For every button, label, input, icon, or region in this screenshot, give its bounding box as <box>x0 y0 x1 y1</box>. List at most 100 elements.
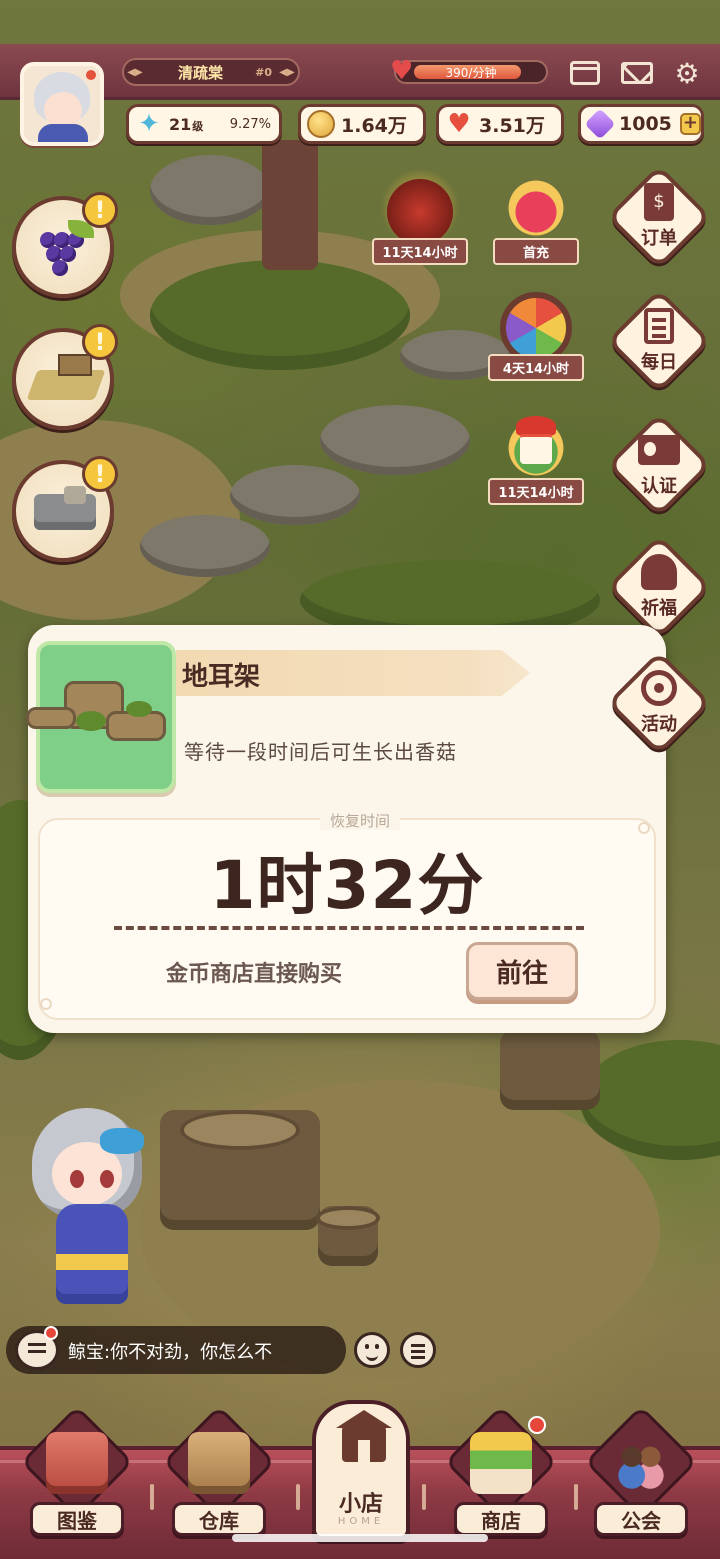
daily-icon <box>644 308 674 344</box>
stump-top <box>316 1206 380 1230</box>
alert-icon: ! <box>82 324 118 360</box>
player-character[interactable] <box>30 1108 150 1318</box>
go-button[interactable]: 前往 <box>466 942 578 1000</box>
nav-item-store[interactable]: 商店 <box>444 1405 558 1548</box>
level-value: 21 <box>169 114 192 134</box>
character-eye <box>100 1170 114 1188</box>
pray-icon <box>641 554 677 590</box>
activity-icon <box>641 670 677 706</box>
avatar-face <box>44 92 82 128</box>
add-gems-button[interactable]: + <box>679 113 701 135</box>
level-text: 21级 <box>169 115 203 134</box>
buy-hint: 金币商店直接购买 <box>166 962 343 987</box>
side-button-label: 每日 <box>641 352 677 373</box>
exp-percent: 9.27% <box>229 116 271 132</box>
player-avatar[interactable] <box>20 62 104 146</box>
stump-top <box>180 1110 300 1150</box>
nav-divider <box>422 1484 426 1510</box>
nav-label: 仓库 <box>172 1502 266 1536</box>
event-wheel[interactable]: 4天14小时 <box>488 292 584 381</box>
nav-sublabel: HOME <box>337 1516 385 1527</box>
arrow-left-icon: ◀▶ <box>127 66 143 78</box>
corner-ornament <box>40 998 52 1010</box>
alert-icon: ! <box>82 192 118 228</box>
section-label: 恢复时间 <box>319 812 400 830</box>
id-card-icon <box>638 435 680 465</box>
christmas-notice-icon <box>496 408 576 488</box>
quick-phrase-icon[interactable] <box>400 1332 436 1368</box>
gem-pill[interactable]: 1005 + <box>578 104 704 144</box>
quest-bubble-machine[interactable]: ! <box>12 456 118 562</box>
heart-pill[interactable]: ♥ 3.51万 <box>436 104 564 144</box>
side-button-daily[interactable]: 每日 <box>606 288 712 394</box>
shop-name-plate[interactable]: ◀▶ 清疏棠 #0 ◀▶ <box>122 58 300 86</box>
top-bar <box>0 44 720 100</box>
nav-label: 商店 <box>454 1502 548 1536</box>
gem-amount: 1005 <box>619 113 672 135</box>
calendar-icon[interactable] <box>568 58 602 88</box>
item-description: 等待一段时间后可生长出香菇 <box>184 740 457 764</box>
storage-box-icon <box>188 1432 250 1494</box>
chat-message: 鲸宝:你不对劲，你怎么不 <box>68 1342 273 1363</box>
mushroom-rack-icon <box>26 681 166 751</box>
coin-amount: 1.64万 <box>341 114 407 137</box>
side-button-activity[interactable]: 活动 <box>606 650 712 756</box>
event-timer: 4天14小时 <box>488 354 584 381</box>
event-first-charge[interactable]: 首充 <box>488 168 584 265</box>
corner-ornament <box>638 822 650 834</box>
stone <box>320 405 470 475</box>
character-eye <box>70 1170 84 1188</box>
firework-event-icon <box>380 168 460 248</box>
nav-item-storage[interactable]: 仓库 <box>162 1405 276 1548</box>
nav-label: 公会 <box>594 1502 688 1536</box>
order-icon: $ <box>644 183 674 221</box>
side-button-label: 订单 <box>641 228 677 249</box>
level-unit: 级 <box>192 119 204 133</box>
love-rate-text: 390/分钟 <box>445 66 497 80</box>
settings-gear-icon[interactable]: ⚙ <box>670 57 704 90</box>
shop-id: #0 <box>255 65 272 79</box>
event-timer: 11天14小时 <box>488 478 584 505</box>
side-button-label: 祈福 <box>641 598 677 619</box>
guild-couple-icon <box>610 1432 672 1494</box>
event-label: 首充 <box>493 238 579 265</box>
event-firework[interactable]: 11天14小时 <box>372 168 468 265</box>
quest-bubble-field[interactable]: ! <box>12 324 118 430</box>
side-button-order[interactable]: $ 订单 <box>606 164 712 270</box>
item-title: 地耳架 <box>182 662 261 692</box>
love-rate-bar[interactable]: 390/分钟 ♥ <box>390 57 548 85</box>
stone <box>230 465 360 525</box>
dashed-divider <box>114 926 584 930</box>
heart-icon: ♥ <box>390 56 414 86</box>
side-button-verify[interactable]: 认证 <box>606 412 712 518</box>
alert-icon: ! <box>82 456 118 492</box>
coin-icon <box>307 110 335 138</box>
nav-item-catalog[interactable]: 图鉴 <box>20 1405 134 1548</box>
avatar-body <box>38 124 88 142</box>
quest-bubble-grapes[interactable]: ! <box>12 192 118 298</box>
event-christmas[interactable]: 11天14小时 <box>488 408 584 505</box>
coin-pill[interactable]: 1.64万 <box>298 104 426 144</box>
machine-part-icon <box>64 486 86 504</box>
storefront-icon <box>470 1432 532 1494</box>
event-timer: 11天14小时 <box>372 238 468 265</box>
gem-icon <box>584 108 616 140</box>
nav-label: 图鉴 <box>30 1502 124 1536</box>
nav-label: 小店 <box>338 1492 383 1517</box>
chat-notification-dot <box>44 1326 58 1340</box>
crate-icon <box>58 354 92 376</box>
stone <box>140 515 270 577</box>
nav-item-guild[interactable]: 公会 <box>584 1405 698 1548</box>
nav-item-home[interactable]: 小店 HOME <box>312 1400 410 1540</box>
star-icon: ✦ <box>138 109 160 139</box>
level-pill[interactable]: ✦ 21级 9.27% <box>126 104 282 144</box>
nav-divider <box>150 1484 154 1510</box>
catalog-book-icon <box>46 1432 108 1494</box>
tree-trunk <box>262 140 318 270</box>
mail-icon[interactable] <box>620 58 654 88</box>
side-button-label: 认证 <box>641 476 677 497</box>
bush <box>150 260 410 370</box>
emoji-button-icon[interactable] <box>354 1332 390 1368</box>
arrow-right-icon: ◀▶ <box>279 66 295 78</box>
heart-amount: 3.51万 <box>479 114 545 137</box>
